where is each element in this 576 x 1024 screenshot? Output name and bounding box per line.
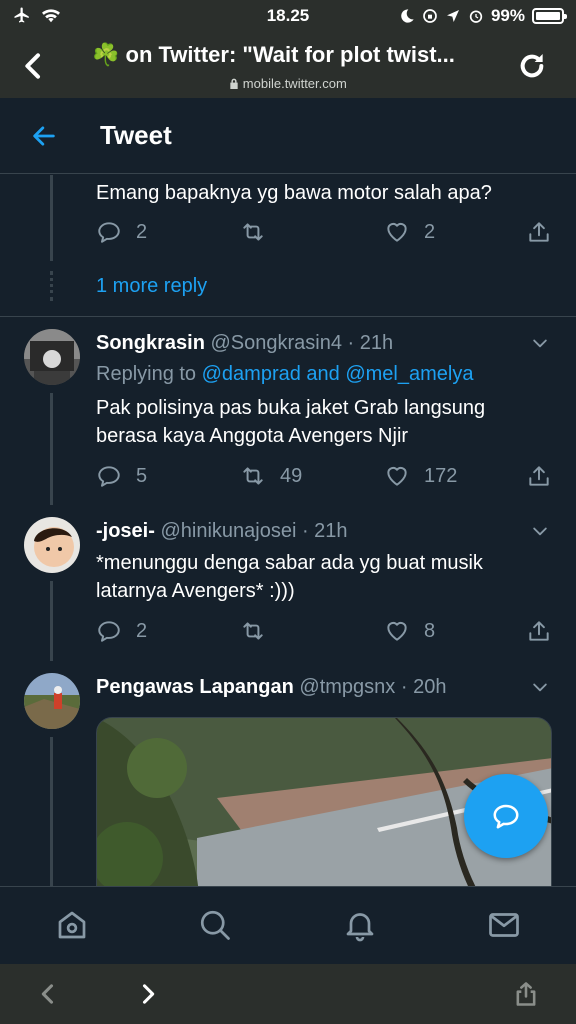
header-title: Tweet [100,120,172,150]
browser-back-icon[interactable] [34,980,62,1008]
share-icon [529,466,549,486]
page-title[interactable]: ☘️ on Twitter: "Wait for plot twist... [92,42,486,68]
heart-icon [387,621,407,641]
display-name[interactable]: Pengawas Lapangan [96,676,294,698]
status-bar: 18.25 99% [0,0,576,32]
retweet-button[interactable] [240,618,280,644]
heart-icon [387,222,407,242]
thread-line [50,393,53,505]
tweet-header-line: -josei- @hinikunajosei · 21h [96,520,348,543]
avatar[interactable] [24,329,80,385]
address-bar[interactable]: ☘️ on Twitter: "Wait for plot twist... m… [0,36,576,96]
tweet-header-line: Songkrasin @Songkrasin4 · 21h [96,332,393,355]
like-button[interactable]: 2 [384,219,435,245]
retweet-icon [243,467,263,485]
share-icon[interactable] [512,980,540,1008]
browser-chrome: 18.25 99% ☘️ on Twitter: "Wait for plot … [0,0,576,98]
reply-icon [98,621,120,642]
avatar[interactable] [24,517,80,573]
tweet-text: Pak polisinya pas buka jaket Grab langsu… [96,394,485,450]
chevron-down-icon[interactable] [530,677,550,697]
retweet-button[interactable]: 49 [240,463,302,489]
share-button[interactable] [526,618,552,644]
location-icon [446,10,459,22]
browser-toolbar [0,964,576,1024]
share-button[interactable] [526,219,552,245]
display-name[interactable]: Songkrasin [96,332,205,354]
reply-bubble-icon [493,804,519,829]
divider [0,316,576,317]
retweet-icon [243,223,263,241]
thread-dots [50,271,53,301]
tweet-text-line: *menunggu denga sabar ada yg buat musik [96,552,483,574]
bottom-tab-bar [0,886,576,964]
domain-text: mobile.twitter.com [242,76,347,91]
reply-count: 2 [136,220,148,243]
reload-icon[interactable] [516,50,548,82]
tweet-text-line: berasa kaya Anggota Avengers Njir [96,425,409,447]
chevron-down-icon[interactable] [530,521,550,541]
tweet-actions: 5 49 172 [96,463,556,493]
more-replies-link[interactable]: 1 more reply [96,275,207,298]
like-count: 172 [424,464,458,487]
battery-percent: 99% [490,6,525,25]
like-button[interactable]: 172 [384,463,457,489]
tab-search[interactable] [197,907,233,943]
tweet-header-line: Pengawas Lapangan @tmpgsnx · 20h [96,676,446,699]
thread-line [50,737,53,886]
replying-to: Replying to @damprad and @mel_amelya [96,363,473,386]
lock-icon [230,78,238,89]
reply-count: 2 [136,619,148,642]
retweet-button[interactable] [240,219,280,245]
tweet-actions: 2 8 [96,618,556,648]
thread-line [50,175,53,261]
battery-icon [532,8,567,24]
reply-count: 5 [136,464,148,487]
reply-actions: 2 2 [96,219,556,249]
tab-home[interactable] [54,907,90,943]
alarm-icon [469,10,483,23]
replying-to-users[interactable]: @damprad and @mel_amelya [202,363,474,385]
reply-icon [98,222,120,243]
reply-button[interactable]: 2 [96,219,147,245]
like-count: 2 [424,220,436,243]
display-name[interactable]: -josei- [96,520,155,542]
handle-and-time: @Songkrasin4 · 21h [210,332,394,354]
browser-forward-icon[interactable] [134,980,162,1008]
compose-reply-button[interactable] [464,774,548,858]
like-count: 8 [424,619,436,642]
handle-and-time: @tmpgsnx · 20h [299,676,447,698]
replying-prefix: Replying to [96,363,197,385]
bell-icon [346,913,374,942]
thread-line [50,581,53,661]
status-right: 99% [399,6,567,26]
tab-notifications[interactable] [342,907,378,943]
share-button[interactable] [526,463,552,489]
reply-button[interactable]: 2 [96,618,147,644]
back-arrow-icon[interactable] [30,122,58,150]
share-icon [529,222,549,242]
orientation-lock-icon [423,9,437,23]
retweet-count: 49 [280,464,303,487]
tweet-text: *menunggu denga sabar ada yg buat musik … [96,549,483,605]
avatar[interactable] [24,673,80,729]
heart-icon [387,466,407,486]
tweet-text-line: Pak polisinya pas buka jaket Grab langsu… [96,397,486,419]
tweet-text-line: latarnya Avengers* :))) [96,580,295,602]
handle-and-time: @hinikunajosei · 21h [160,520,348,542]
tweet-header: Tweet [0,98,576,174]
chevron-down-icon[interactable] [530,333,550,353]
retweet-icon [243,622,263,640]
search-icon [200,910,230,940]
page-domain[interactable]: mobile.twitter.com [0,76,576,91]
envelope-icon [489,913,519,937]
home-icon [58,911,86,939]
share-icon [529,621,549,641]
reply-button[interactable]: 5 [96,463,147,489]
moon-icon [401,9,414,23]
reply-text: Emang bapaknya yg bawa motor salah apa? [96,182,492,204]
reply-icon [98,466,120,487]
tab-messages[interactable] [486,907,522,943]
like-button[interactable]: 8 [384,618,435,644]
